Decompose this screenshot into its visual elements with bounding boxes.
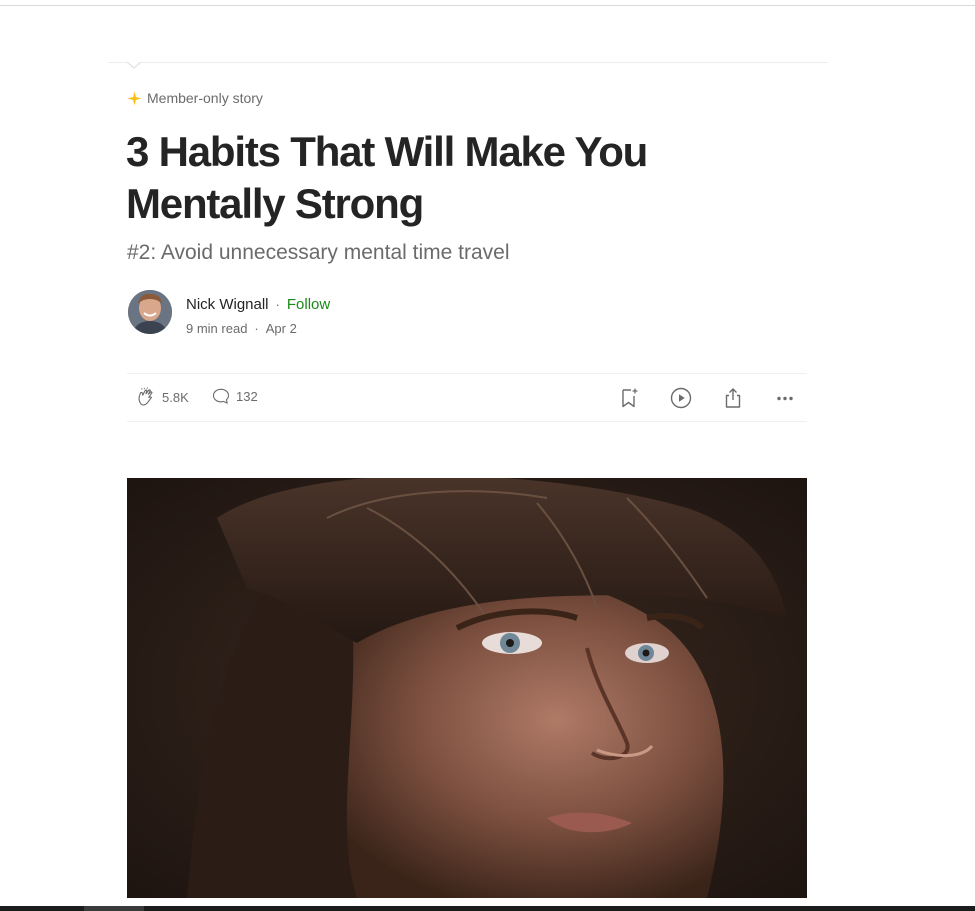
scrollbar-thumb[interactable] — [84, 906, 144, 911]
member-only-badge: Member-only story — [127, 90, 263, 106]
share-icon[interactable] — [721, 386, 745, 410]
portrait-photo — [127, 478, 807, 898]
clap-count: 5.8K — [162, 389, 189, 405]
bookmark-icon[interactable] — [617, 386, 641, 410]
avatar-photo — [128, 290, 172, 334]
comment-icon — [212, 388, 230, 404]
site-header — [0, 6, 975, 62]
author-avatar[interactable] — [128, 290, 172, 334]
article-subtitle: #2: Avoid unnecessary mental time travel — [127, 241, 510, 264]
response-count: 132 — [236, 388, 258, 404]
responses-button[interactable]: 132 — [211, 386, 258, 406]
more-icon[interactable] — [773, 386, 797, 410]
article-action-bar: 5.8K 132 — [127, 373, 807, 422]
taskbar-strip — [0, 906, 975, 911]
header-divider — [108, 62, 828, 63]
clap-icon — [138, 387, 153, 406]
separator-dot: · — [275, 297, 280, 312]
author-name[interactable]: Nick Wignall — [186, 296, 269, 313]
clap-button[interactable]: 5.8K — [135, 386, 189, 408]
article-title: 3 Habits That Will Make You Mentally Str… — [126, 128, 648, 227]
hero-image — [127, 478, 807, 898]
publish-date: Apr 2 — [265, 321, 297, 336]
read-time: 9 min read — [186, 321, 248, 336]
member-only-label: Member-only story — [147, 90, 263, 106]
author-line: Nick Wignall · Follow — [186, 296, 330, 313]
listen-icon[interactable] — [669, 386, 693, 410]
star-icon — [127, 90, 142, 106]
follow-button[interactable]: Follow — [287, 296, 330, 313]
article-meta: 9 min read · Apr 2 — [186, 321, 297, 336]
header-caret — [126, 61, 142, 69]
separator-dot: · — [254, 321, 259, 336]
